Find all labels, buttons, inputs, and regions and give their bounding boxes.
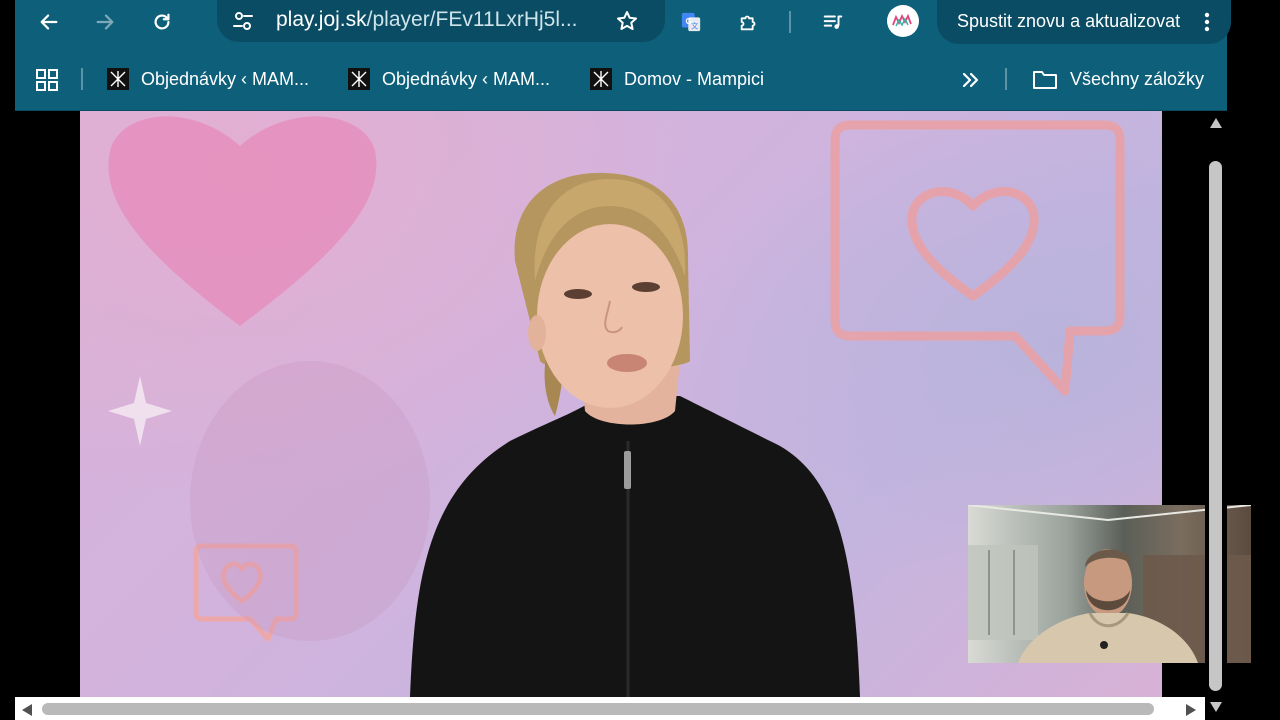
bookmark-item[interactable]: Objednávky ‹ MAM... [107,64,309,94]
bookmarks-divider [81,68,83,90]
relaunch-update-button[interactable]: Spustit znovu a aktualizovat [937,0,1231,44]
heart-decoration-icon [108,116,377,327]
reading-list-button[interactable] [817,6,849,38]
google-translate-icon: G 文 [681,12,701,32]
url-text: play.joj.sk/player/FEv11LxrHj5l... [276,8,578,32]
bookmarks-bar: Objednávky ‹ MAM... Objednávky ‹ MAM... … [15,44,1227,111]
scroll-up-arrow-icon[interactable] [1209,117,1223,129]
browser-toolbar: play.joj.sk/player/FEv11LxrHj5l... G 文 S… [15,0,1231,44]
bookmark-label: Domov - Mampici [624,68,765,89]
reload-button[interactable] [146,6,178,38]
mam-favicon-icon [348,68,370,90]
svg-text:文: 文 [691,21,699,30]
reload-icon [154,13,170,30]
profile-avatar[interactable] [887,5,919,37]
all-bookmarks-button[interactable]: Všechny záložky [1032,64,1204,94]
chevron-double-right-icon[interactable] [958,68,982,92]
mam-favicon-icon [590,68,612,90]
horizontal-scrollbar[interactable] [15,697,1205,720]
profile-logo-icon [892,13,912,27]
vertical-scroll-thumb[interactable] [1209,161,1222,691]
apps-grid-icon[interactable] [35,68,59,92]
sparkle-decoration-icon [108,376,172,446]
relaunch-update-label: Spustit znovu a aktualizovat [957,11,1181,31]
back-button[interactable] [33,6,65,38]
folder-icon [1033,71,1057,89]
horizontal-scroll-thumb[interactable] [42,703,1154,715]
scroll-right-arrow-icon[interactable] [1185,703,1197,717]
mam-favicon-icon [107,68,129,90]
chat-heart-decoration-icon [830,120,1125,396]
url-path: /player/FEv11LxrHj5l... [366,8,578,31]
translate-button[interactable]: G 文 [675,6,707,38]
bookmarks-divider [1005,68,1007,90]
bookmark-item[interactable]: Domov - Mampici [590,64,764,94]
kebab-icon[interactable] [1201,10,1213,34]
vertical-scrollbar[interactable] [1205,111,1227,712]
address-bar[interactable]: play.joj.sk/player/FEv11LxrHj5l... [217,0,665,42]
bookmark-label: Objednávky ‹ MAM... [382,68,551,89]
toolbar-divider [789,11,791,33]
bookmark-label: Objednávky ‹ MAM... [141,68,310,89]
all-bookmarks-label: Všechny záložky [1070,68,1205,89]
forward-button[interactable] [89,6,121,38]
star-icon[interactable] [615,9,639,33]
person-torso [410,396,860,697]
extensions-button[interactable] [733,6,765,38]
arrow-left-icon [40,14,58,30]
playlist-icon [823,15,843,29]
url-host: play.joj.sk [276,8,367,31]
scroll-down-arrow-icon[interactable] [1209,701,1223,713]
bookmark-item[interactable]: Objednávky ‹ MAM... [348,64,550,94]
arrow-right-icon [96,14,114,30]
puzzle-icon [740,15,756,31]
tune-icon[interactable] [231,9,255,33]
scroll-left-arrow-icon[interactable] [21,703,33,717]
